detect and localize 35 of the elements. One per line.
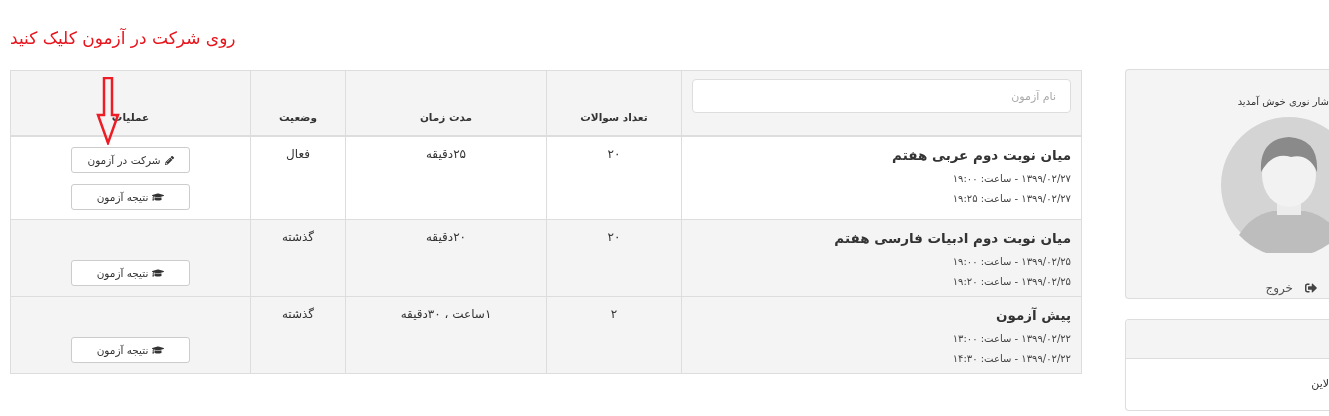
duration: ۲۰دقیقه [425,230,467,244]
online-text: لاین [1310,376,1329,390]
column-header: وضعیت [250,70,346,136]
exam-result-button[interactable]: نتیجه آزمون [71,184,190,210]
graduation-cap-icon [152,344,165,356]
end-time: ۱۳۹۹/۰۲/۲۷ - ساعت: ۱۹:۲۵ [951,192,1071,206]
status: گذشته [281,230,315,244]
duration: ۲۵دقیقه [425,147,467,161]
graduation-cap-icon [152,267,165,279]
column-header: مدت زمان [345,70,547,136]
end-time: ۱۳۹۹/۰۲/۲۵ - ساعت: ۱۹:۲۰ [951,275,1071,289]
graduation-cap-icon [152,191,165,203]
status: فعال [286,147,310,161]
status: گذشته [281,307,315,321]
exam-name: میان نوبت دوم ادبیات فارسی هفتم [833,230,1071,246]
take-exam-button[interactable]: شرکت در آزمون [71,147,190,173]
question-count: ۲ [610,307,618,321]
pencil-icon [164,155,174,165]
start-time: ۱۳۹۹/۰۲/۲۷ - ساعت: ۱۹:۰۰ [951,172,1071,186]
duration: ۱ساعت ، ۳۰دقیقه [400,307,492,321]
end-time: ۱۳۹۹/۰۲/۲۲ - ساعت: ۱۴:۳۰ [951,352,1071,366]
exam-name-search-field[interactable]: نام آزمون [692,79,1071,113]
exam-result-button[interactable]: نتیجه آزمون [71,337,190,363]
start-time: ۱۳۹۹/۰۲/۲۵ - ساعت: ۱۹:۰۰ [951,255,1071,269]
question-count: ۲۰ [607,230,621,244]
exam-name: میان نوبت دوم عربی هفتم [891,147,1071,163]
exam-name: پیش آزمون [994,307,1071,323]
column-header: تعداد سوالات [546,70,682,136]
welcome-text: شار نوری خوش آمدید [1236,94,1329,107]
instruction-text: روی شرکت در آزمون کلیک کنید [10,28,236,48]
question-count: ۲۰ [607,147,621,161]
logout-link[interactable]: خروج [1265,281,1317,295]
sign-out-icon [1305,282,1317,294]
exam-result-button[interactable]: نتیجه آزمون [71,260,190,286]
start-time: ۱۳۹۹/۰۲/۲۲ - ساعت: ۱۳:۰۰ [951,332,1071,346]
